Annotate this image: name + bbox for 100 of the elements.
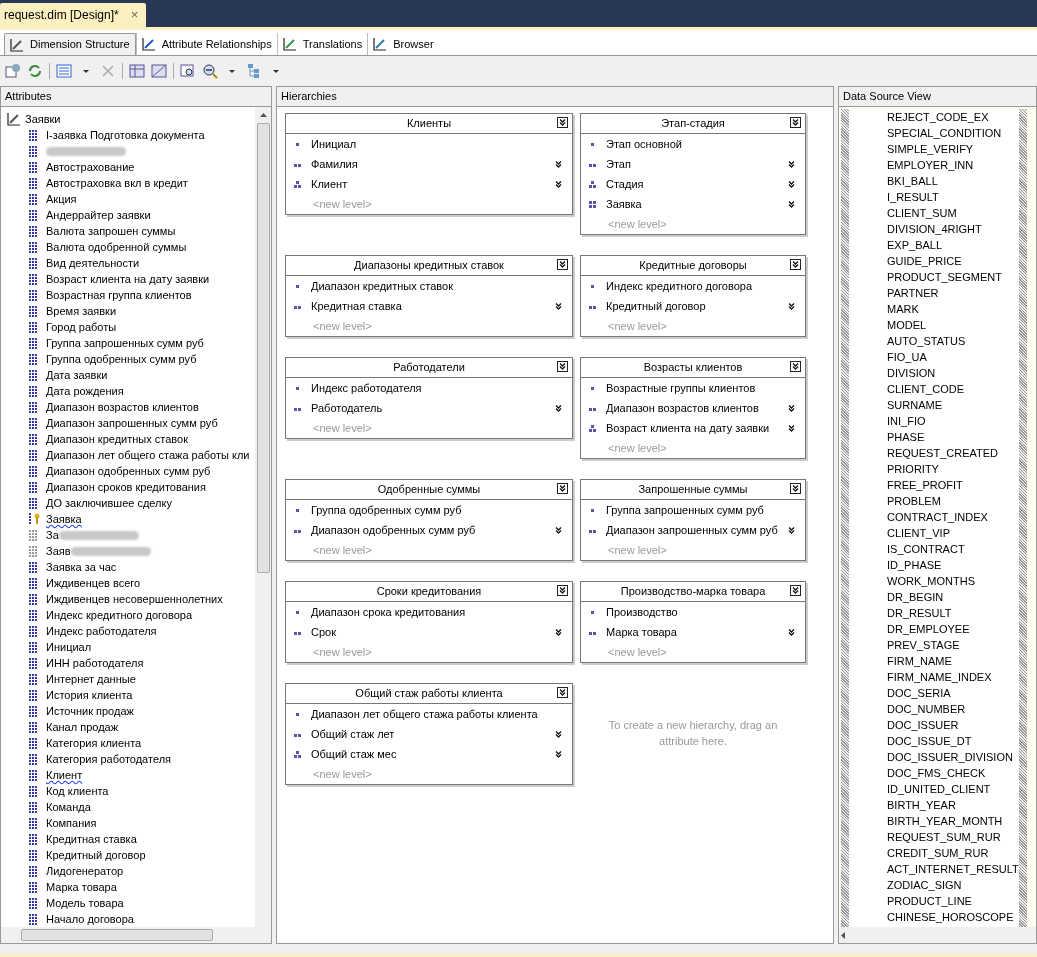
attribute-item[interactable]: Диапазон одобренных сумм руб — [46, 462, 211, 480]
attribute-item[interactable]: Дата рождения — [46, 382, 124, 400]
hierarchy-level[interactable]: Группа запрошенных сумм руб — [606, 501, 797, 519]
designer-tab[interactable]: Dimension Structure — [4, 33, 136, 55]
hierarchy-level[interactable]: Общий стаж мес — [311, 745, 553, 763]
designer-tab[interactable]: Translations — [276, 33, 368, 55]
table-column[interactable]: REJECT_CODE_EX — [887, 109, 1019, 125]
attribute-item[interactable]: Андеррайтер заявки — [46, 206, 151, 224]
table-column[interactable]: PRODUCT_LINE — [887, 893, 1019, 909]
table-column[interactable]: FIRM_NAME — [887, 653, 1019, 669]
hierarchy-level[interactable]: Этап основной — [606, 135, 797, 153]
dimension-root[interactable]: Заявки — [25, 110, 61, 128]
table-column[interactable]: EMPLOYER_INN — [887, 157, 1019, 173]
expand-chevron-icon[interactable] — [553, 728, 564, 740]
hierarchy-level[interactable]: Клиент — [311, 175, 553, 193]
expand-chevron-icon[interactable] — [553, 178, 564, 190]
hierarchy-level[interactable]: Возрастные группы клиентов — [606, 379, 797, 397]
expand-chevron-icon[interactable] — [553, 402, 564, 414]
table-column[interactable]: SPECIAL_CONDITION — [887, 125, 1019, 141]
hierarchy-level[interactable]: Диапазон одобренных сумм руб — [311, 521, 553, 539]
attribute-item[interactable]: Канал продаж — [46, 718, 119, 736]
hierarchy-level[interactable]: Диапазон срока кредитования — [311, 603, 564, 621]
attribute-item[interactable]: Клиент — [46, 766, 83, 784]
hierarchy-level[interactable]: Стадия — [606, 175, 786, 193]
hierarchy-box[interactable]: Кредитные договоры Индекс кредитного договора Кредитный договор <new level> — [580, 255, 806, 337]
table-column[interactable]: PREV_STAGE — [887, 637, 1019, 653]
attribute-item[interactable]: Категория клиента — [46, 734, 142, 752]
table-column[interactable]: FREE_PROFIT — [887, 477, 1019, 493]
attribute-item[interactable]: Компания — [46, 814, 97, 832]
attribute-item[interactable]: История клиента — [46, 686, 133, 704]
hierarchy-box[interactable]: Одобренные суммы Группа одобренных сумм руб Диапазон одобренных сумм руб <new level> — [285, 479, 573, 561]
attribute-item[interactable]: Диапазон возрастов клиентов — [46, 398, 199, 416]
table-column[interactable]: BIRTH_YEAR_MONTH — [887, 813, 1019, 829]
hierarchy-box[interactable]: Общий стаж работы клиента Диапазон лет общего стажа работы клиента Общий стаж лет Общий стаж мес <new level> — [285, 683, 573, 785]
table-column[interactable]: INI_FIO — [887, 413, 1019, 429]
collapse-button[interactable] — [557, 259, 568, 270]
attribute-item[interactable]: Интернет данные — [46, 670, 136, 688]
designer-tab[interactable]: Attribute Relationships — [135, 33, 277, 55]
hierarchy-level[interactable]: Фамилия — [311, 155, 553, 173]
table-column[interactable]: ID_PHASE — [887, 557, 1019, 573]
table-column[interactable]: PRIORITY — [887, 461, 1019, 477]
table-column[interactable]: PRODUCT_SEGMENT — [887, 269, 1019, 285]
table-column[interactable]: ID_UNITED_CLIENT — [887, 781, 1019, 797]
hierarchy-box[interactable]: Возрасты клиентов Возрастные группы клиентов Диапазон возрастов клиентов Возраст клиента на дату заявки <new level> — [580, 357, 806, 459]
attribute-item[interactable]: Диапазон запрошенных сумм руб — [46, 414, 218, 432]
hierarchy-level[interactable]: Индекс работодателя — [311, 379, 564, 397]
table-column[interactable]: AUTO_STATUS — [887, 333, 1019, 349]
table-column[interactable]: CLIENT_SUM — [887, 205, 1019, 221]
table-column[interactable]: PARTNER — [887, 285, 1019, 301]
expand-chevron-icon[interactable] — [786, 158, 797, 170]
attribute-item[interactable]: Валюта одобренной суммы — [46, 238, 187, 256]
hierarchy-box[interactable]: Клиенты Инициал Фамилия Клиент <new level> — [285, 113, 573, 215]
horizontal-scrollbar[interactable] — [839, 927, 1036, 943]
expand-chevron-icon[interactable] — [553, 524, 564, 536]
collapse-button[interactable] — [790, 361, 801, 372]
collapse-button[interactable] — [557, 687, 568, 698]
collapse-button[interactable] — [557, 117, 568, 128]
hierarchy-box[interactable]: Этап-стадия Этап основной Этап Стадия Заявка <new level> — [580, 113, 806, 235]
table-column[interactable]: CLIENT_CODE — [887, 381, 1019, 397]
hierarchy-level[interactable]: Срок — [311, 623, 553, 641]
hierarchy-level[interactable]: Инициал — [311, 135, 564, 153]
attribute-item[interactable]: Заявка — [46, 510, 82, 528]
attribute-item[interactable]: Акция — [46, 190, 77, 208]
attribute-item[interactable]: Автострахование — [46, 158, 135, 176]
hierarchy-box[interactable]: Диапазоны кредитных ставок Диапазон кредитных ставок Кредитная ставка <new level> — [285, 255, 573, 337]
table-column[interactable]: DIVISION — [887, 365, 1019, 381]
hierarchy-level[interactable]: Этап — [606, 155, 786, 173]
hierarchy-level[interactable]: Возраст клиента на дату заявки — [606, 419, 786, 437]
table-column[interactable]: REQUEST_CREATED — [887, 445, 1019, 461]
attribute-item[interactable]: Источник продаж — [46, 702, 134, 720]
hierarchy-box[interactable]: Работодатели Индекс работодателя Работодатель <new level> — [285, 357, 573, 439]
grid-icon[interactable] — [129, 63, 145, 79]
table-column[interactable]: REQUEST_SUM_RUR — [887, 829, 1019, 845]
hierarchy-box[interactable]: Запрошенные суммы Группа запрошенных сумм руб Диапазон запрошенных сумм руб <new level> — [580, 479, 806, 561]
collapse-button[interactable] — [790, 483, 801, 494]
table-column[interactable]: MODEL — [887, 317, 1019, 333]
table-column[interactable]: ACT_INTERNET_RESULT — [887, 861, 1019, 877]
attribute-item[interactable]: Марка товара — [46, 878, 117, 896]
attribute-item[interactable]: Команда — [46, 798, 91, 816]
expand-chevron-icon[interactable] — [786, 178, 797, 190]
table-column[interactable]: SURNAME — [887, 397, 1019, 413]
refresh-icon[interactable] — [27, 63, 43, 79]
hierarchy-level[interactable]: Группа одобренных сумм руб — [311, 501, 564, 519]
collapse-button[interactable] — [557, 361, 568, 372]
table-column[interactable]: CHINESE_HOROSCOPE — [887, 909, 1019, 925]
expand-chevron-icon[interactable] — [553, 300, 564, 312]
expand-chevron-icon[interactable] — [786, 422, 797, 434]
hierarchy-level[interactable]: Кредитная ставка — [311, 297, 553, 315]
attribute-item[interactable]: Иждивенцев всего — [46, 574, 141, 592]
attribute-item[interactable]: Группа одобренных сумм руб — [46, 350, 197, 368]
attribute-item[interactable]: Диапазон сроков кредитования — [46, 478, 206, 496]
table-column[interactable]: FIRM_NAME_INDEX — [887, 669, 1019, 685]
attribute-item[interactable]: Автостраховка вкл в кредит — [46, 174, 188, 192]
attribute-item[interactable]: Валюта запрошен суммы — [46, 222, 176, 240]
hierarchy-level[interactable]: Производство — [606, 603, 797, 621]
collapse-button[interactable] — [557, 483, 568, 494]
attribute-item[interactable]: Иждивенцев несовершеннолетних — [46, 590, 223, 608]
table-column[interactable]: SIMPLE_VERIFY — [887, 141, 1019, 157]
attribute-item[interactable]: Город работы — [46, 318, 117, 336]
table-column[interactable]: MARK — [887, 301, 1019, 317]
